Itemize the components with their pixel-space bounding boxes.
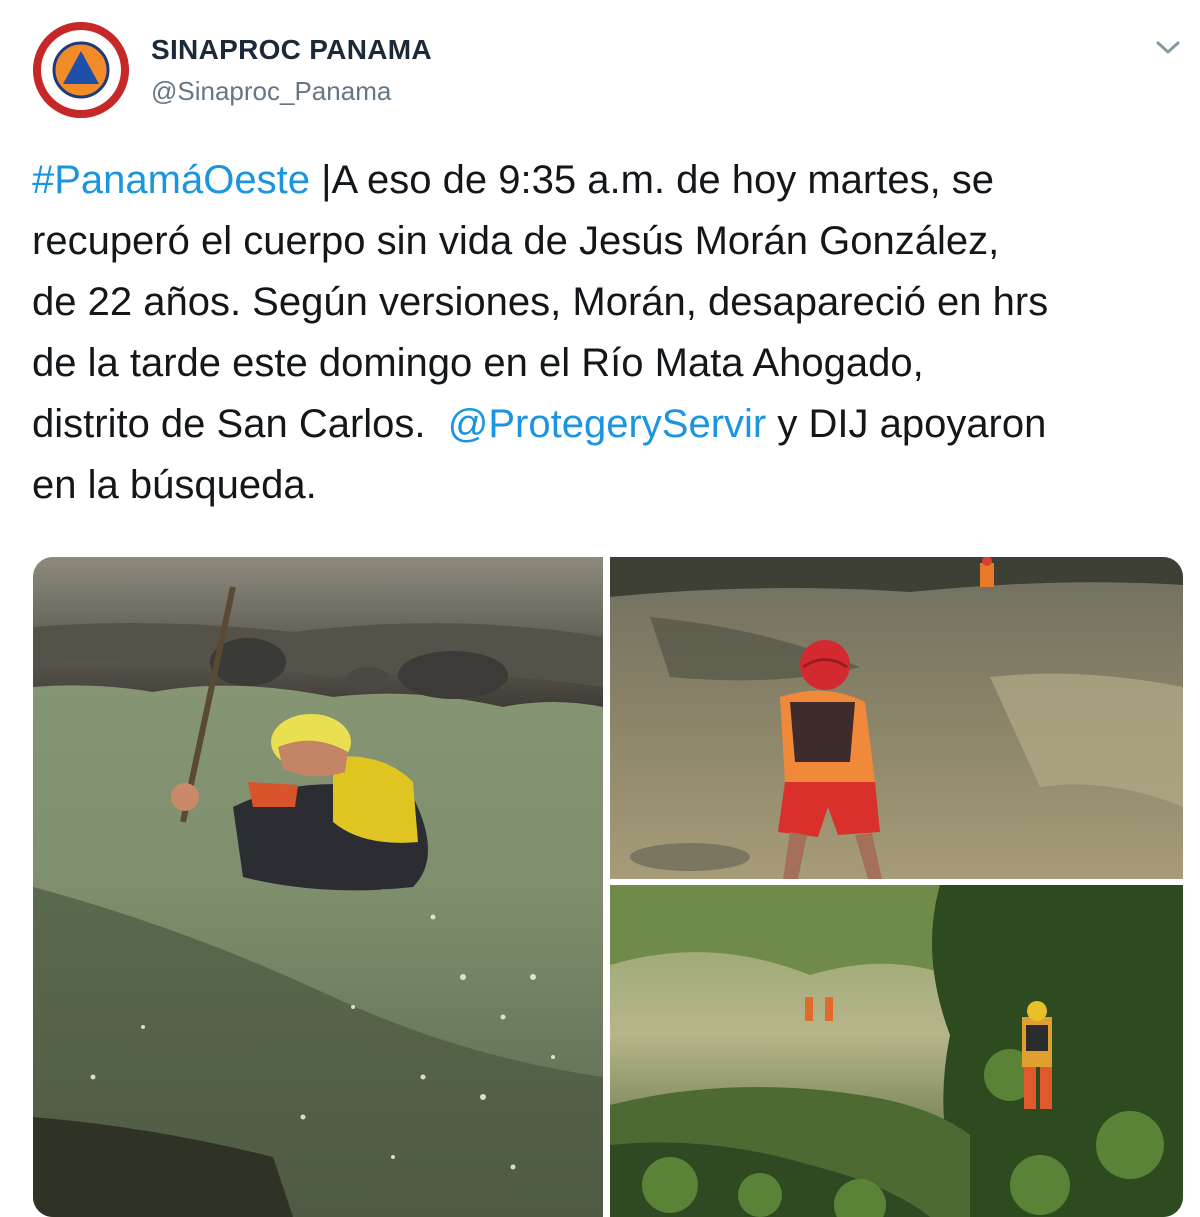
user-handle[interactable]: @Sinaproc_Panama (151, 76, 391, 107)
tweet-menu-button[interactable] (1152, 34, 1184, 60)
tweet-text: #PanamáOeste |A eso de 9:35 a.m. de hoy … (32, 150, 1192, 516)
tweet-text-line-5-start: distrito de San Carlos. (32, 402, 448, 446)
tweet-text-line-1: #PanamáOeste |A eso de 9:35 a.m. de hoy … (32, 150, 1192, 211)
tweet-text-line-5-end: y DIJ apoyaron (766, 402, 1047, 446)
chevron-down-icon (1156, 41, 1180, 54)
media-grid (33, 557, 1183, 1217)
tweet-text-line-2: recuperó el cuerpo sin vida de Jesús Mor… (32, 219, 1000, 263)
photo-rescuers-in-forest[interactable] (610, 885, 1183, 1217)
photo-rescuer-in-river-icon (33, 557, 603, 1217)
tweet-text-line-3: de 22 años. Según versiones, Morán, desa… (32, 280, 1049, 324)
photo-rescuer-in-river[interactable] (33, 557, 603, 1217)
photo-rescuer-wading-river[interactable] (610, 557, 1183, 879)
photo-rescuers-in-forest-icon (610, 885, 1183, 1217)
tweet-text-line-5: distrito de San Carlos. @ProtegeryServir… (32, 394, 1192, 455)
hashtag-link[interactable]: #PanamáOeste (32, 158, 310, 202)
mention-link[interactable]: @ProtegeryServir (448, 402, 766, 446)
tweet-card: SINAPROC PANAMA @Sinaproc_Panama #Panamá… (0, 0, 1200, 1217)
tweet-text-line-1-rest: |A eso de 9:35 a.m. de hoy martes, se (309, 158, 995, 202)
tweet-text-line-4: de la tarde este domingo en el Río Mata … (32, 341, 924, 385)
photo-rescuer-wading-river-icon (610, 557, 1183, 879)
display-name[interactable]: SINAPROC PANAMA (151, 34, 432, 66)
tweet-text-line-6: en la búsqueda. (32, 463, 317, 507)
civil-protection-logo-icon (33, 22, 129, 118)
avatar[interactable] (33, 22, 129, 118)
